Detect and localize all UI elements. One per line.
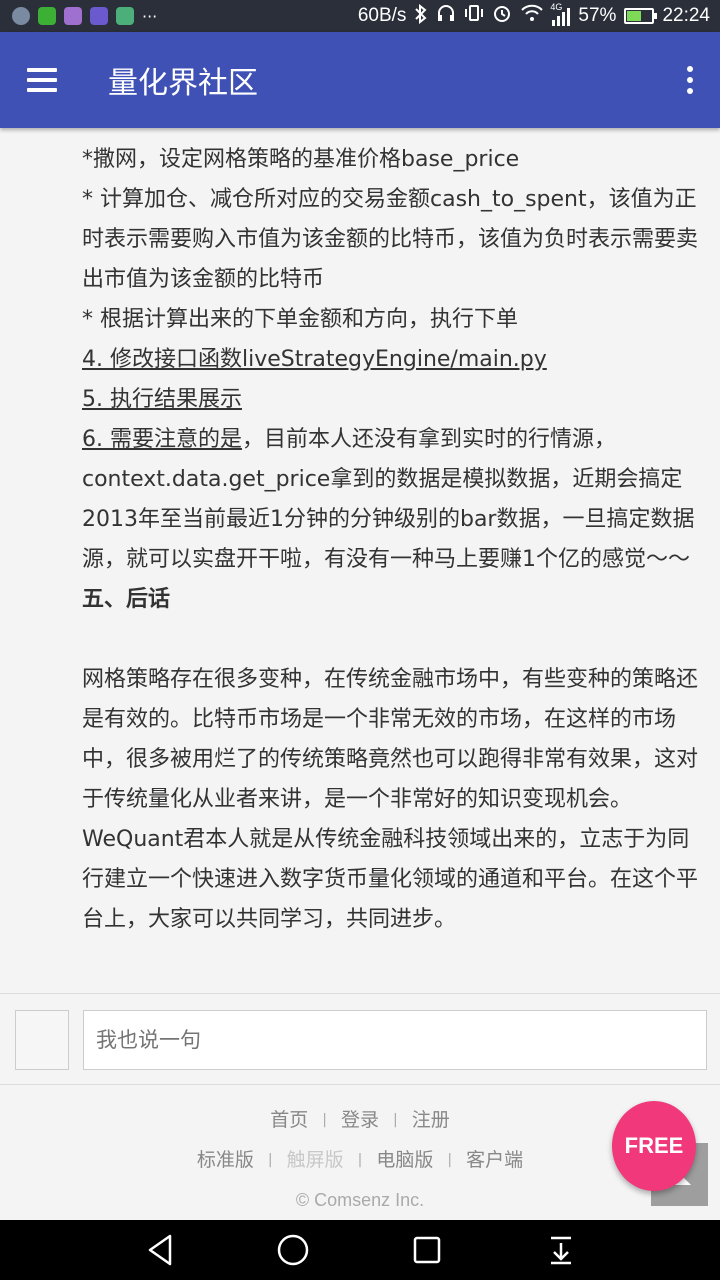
system-nav-bar <box>0 1220 720 1280</box>
wechat-icon <box>38 7 56 25</box>
free-button[interactable]: FREE <box>612 1101 696 1191</box>
status-bar: ··· 60B/s 4G 57% 22:24 <box>0 0 720 32</box>
battery-icon <box>624 8 658 24</box>
app-bar: 量化界社区 <box>0 32 720 128</box>
copyright: © Comsenz Inc. <box>295 1190 425 1210</box>
alarm-icon <box>492 3 512 29</box>
battery-level <box>627 11 642 21</box>
more-notifications-icon: ··· <box>142 6 158 26</box>
login-link[interactable]: 登录 <box>335 1100 385 1140</box>
divider: | <box>393 1112 398 1128</box>
step-4-link[interactable]: 4. 修改接口函数liveStrategyEngine/main.py <box>82 347 547 372</box>
divider: | <box>267 1152 273 1168</box>
net-speed: 60B/s <box>357 5 407 26</box>
notification-pull-icon[interactable] <box>521 1220 601 1280</box>
footer: 首页 | 登录 | 注册 标准版 | 触屏版 | 电脑版 | 客户端 © Com… <box>0 1100 720 1220</box>
home-link[interactable]: 首页 <box>264 1100 314 1140</box>
client-app-link[interactable]: 客户端 <box>460 1140 529 1180</box>
app-icon <box>64 7 82 25</box>
desktop-version-link[interactable]: 电脑版 <box>370 1140 439 1180</box>
back-icon[interactable] <box>120 1220 200 1280</box>
footer-links-row-1: 首页 | 登录 | 注册 <box>0 1100 720 1140</box>
bluetooth-icon <box>414 3 428 29</box>
notification-icons: ··· <box>12 7 157 26</box>
wifi-icon <box>520 3 544 29</box>
step-5-link[interactable]: 5. 执行结果展示 <box>82 387 242 412</box>
app-icon <box>12 7 30 25</box>
article-line: * 计算加仓、减仓所对应的交易金额cash_to_spent，该值为正时表示需要… <box>82 187 699 292</box>
divider: | <box>357 1152 363 1168</box>
app-icon <box>116 7 134 25</box>
divider: | <box>322 1112 327 1128</box>
comment-input[interactable] <box>83 1010 707 1070</box>
article-line: *撒网，设定网格策略的基准价格base_price <box>82 147 520 172</box>
section-heading: 五、后话 <box>82 587 171 612</box>
clock: 22:24 <box>662 5 710 26</box>
headphones-icon <box>436 3 456 29</box>
divider: | <box>447 1152 453 1168</box>
comment-bar <box>0 993 720 1085</box>
touch-version-link: 触屏版 <box>286 1149 344 1171</box>
avatar <box>15 1010 69 1070</box>
more-vert-icon[interactable] <box>660 32 720 128</box>
signal-icon: 4G <box>550 2 571 26</box>
register-link[interactable]: 注册 <box>406 1100 456 1140</box>
battery-percent: 57% <box>578 5 617 26</box>
step-6-link[interactable]: 6. 需要注意的是 <box>82 427 242 452</box>
vibrate-icon <box>464 3 484 29</box>
home-icon[interactable] <box>253 1220 333 1280</box>
standard-version-link[interactable]: 标准版 <box>191 1140 260 1180</box>
menu-icon[interactable] <box>0 32 84 128</box>
video-icon <box>90 7 108 25</box>
article-line: * 根据计算出来的下单金额和方向，执行下单 <box>82 307 518 332</box>
closing-paragraph: 网格策略存在很多变种，在传统金融市场中，有些变种的策略还是有效的。比特币市场是一… <box>82 667 699 932</box>
article-body: *撒网，设定网格策略的基准价格base_price * 计算加仓、减仓所对应的交… <box>82 140 702 940</box>
recents-icon[interactable] <box>387 1220 467 1280</box>
signal-label: 4G <box>550 2 563 12</box>
app-title: 量化界社区 <box>108 66 258 101</box>
